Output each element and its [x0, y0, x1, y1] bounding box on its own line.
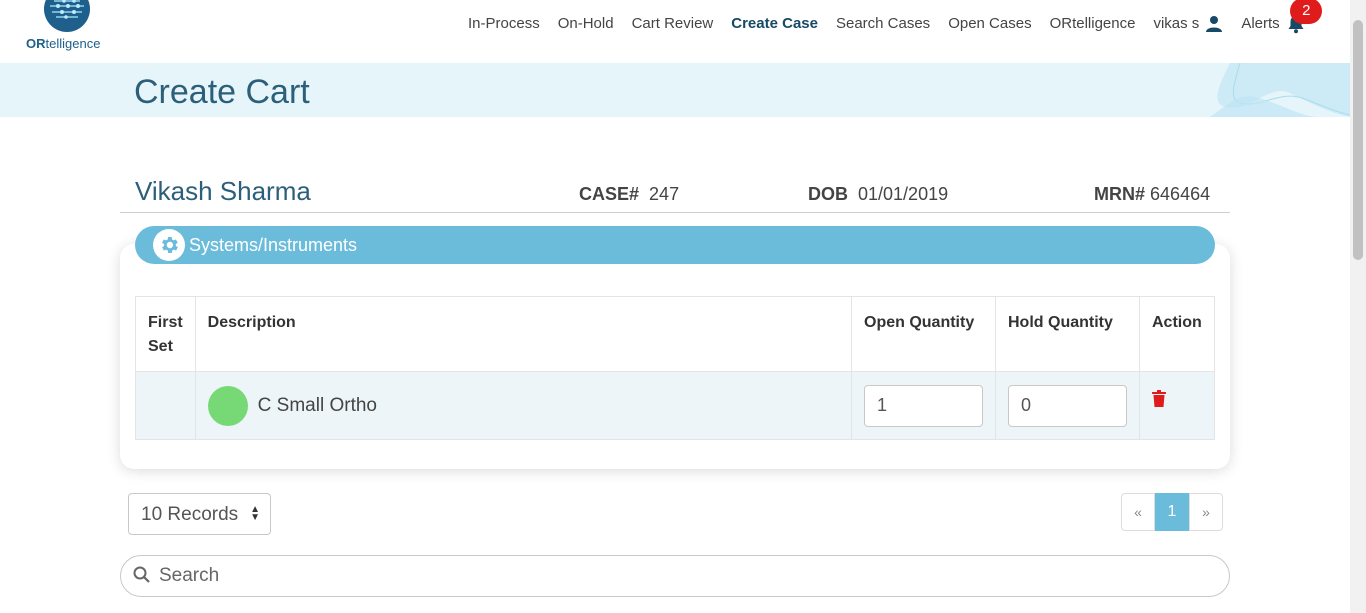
- hold-quantity-cell: [995, 371, 1140, 440]
- case-label: CASE#: [579, 184, 640, 204]
- nav-search-cases[interactable]: Search Cases: [836, 14, 930, 34]
- case-number: CASE# 247: [579, 184, 679, 205]
- description-cell: C Small Ortho: [194, 371, 853, 440]
- search-icon: [133, 566, 150, 583]
- col-action: Action: [1139, 296, 1215, 372]
- dob: DOB 01/01/2019: [808, 184, 948, 205]
- records-per-page-select[interactable]: 10 Records ▲ ▼: [128, 493, 271, 535]
- mrn: MRN# 646464: [1094, 184, 1210, 205]
- nav-on-hold[interactable]: On-Hold: [558, 14, 614, 34]
- search-input[interactable]: [159, 557, 1219, 595]
- table-row: C Small Ortho: [135, 371, 1215, 440]
- mrn-label: MRN#: [1094, 184, 1146, 204]
- logo-text: ORtelligence: [26, 36, 101, 51]
- scrollbar-thumb[interactable]: [1353, 20, 1363, 260]
- col-description[interactable]: Description: [194, 296, 853, 372]
- patient-summary: Vikash Sharma CASE# 247 DOB 01/01/2019 M…: [120, 172, 1230, 213]
- top-navbar: ORtelligence In-Process On-Hold Cart Rev…: [0, 0, 1350, 63]
- item-description: C Small Ortho: [257, 394, 377, 416]
- nav-open-cases[interactable]: Open Cases: [948, 14, 1031, 34]
- pagination: « 1 »: [1121, 493, 1223, 531]
- ortelligence-logo[interactable]: ORtelligence: [26, 0, 116, 60]
- dob-value: 01/01/2019: [858, 184, 949, 204]
- alerts-label: Alerts: [1241, 15, 1280, 32]
- main-nav: In-Process On-Hold Cart Review Create Ca…: [468, 0, 1324, 34]
- gear-icon: [153, 229, 185, 261]
- user-icon: [1206, 16, 1223, 32]
- page-prev-button[interactable]: «: [1121, 493, 1155, 531]
- select-arrows-icon: ▲ ▼: [250, 504, 260, 523]
- trash-icon[interactable]: [1152, 390, 1166, 412]
- nav-create-case[interactable]: Create Case: [731, 14, 818, 34]
- patient-name: Vikash Sharma: [135, 176, 311, 206]
- first-set-cell: [135, 371, 196, 440]
- instruments-table: First Set Description Open Quantity Hold…: [135, 296, 1215, 440]
- open-quantity-cell: [851, 371, 996, 440]
- nav-ortelligence[interactable]: ORtelligence: [1050, 14, 1136, 34]
- table-header-row: First Set Description Open Quantity Hold…: [135, 296, 1215, 372]
- page-title: Create Cart: [134, 73, 310, 111]
- nav-in-process[interactable]: In-Process: [468, 14, 540, 34]
- records-selected: 10 Records: [141, 504, 239, 525]
- hold-quantity-input[interactable]: [1008, 384, 1127, 427]
- section-title: Systems/Instruments: [189, 235, 358, 255]
- section-header: Systems/Instruments: [135, 226, 1215, 264]
- col-open-quantity[interactable]: Open Quantity: [851, 296, 996, 372]
- page-banner: Create Cart: [0, 63, 1350, 117]
- mrn-value: 646464: [1150, 184, 1211, 204]
- case-value: 247: [649, 184, 680, 204]
- open-quantity-input[interactable]: [864, 384, 983, 427]
- dob-label: DOB: [808, 184, 848, 204]
- status-dot: [207, 385, 248, 426]
- banner-decoration: [1210, 63, 1350, 117]
- user-menu[interactable]: vikas s: [1153, 14, 1223, 34]
- col-first-set[interactable]: First Set: [135, 296, 196, 372]
- alerts-menu[interactable]: Alerts 2: [1241, 0, 1323, 34]
- nav-cart-review[interactable]: Cart Review: [632, 14, 714, 34]
- logo-mark: [44, 0, 90, 32]
- action-cell: [1139, 371, 1215, 440]
- page-scrollbar[interactable]: [1350, 0, 1366, 613]
- page-1-button[interactable]: 1: [1155, 493, 1189, 531]
- user-name: vikas s: [1153, 15, 1200, 32]
- page-next-button[interactable]: »: [1189, 493, 1223, 531]
- col-hold-quantity[interactable]: Hold Quantity: [995, 296, 1140, 372]
- alert-count-badge: 2: [1290, 0, 1323, 24]
- search-bar: [120, 555, 1230, 597]
